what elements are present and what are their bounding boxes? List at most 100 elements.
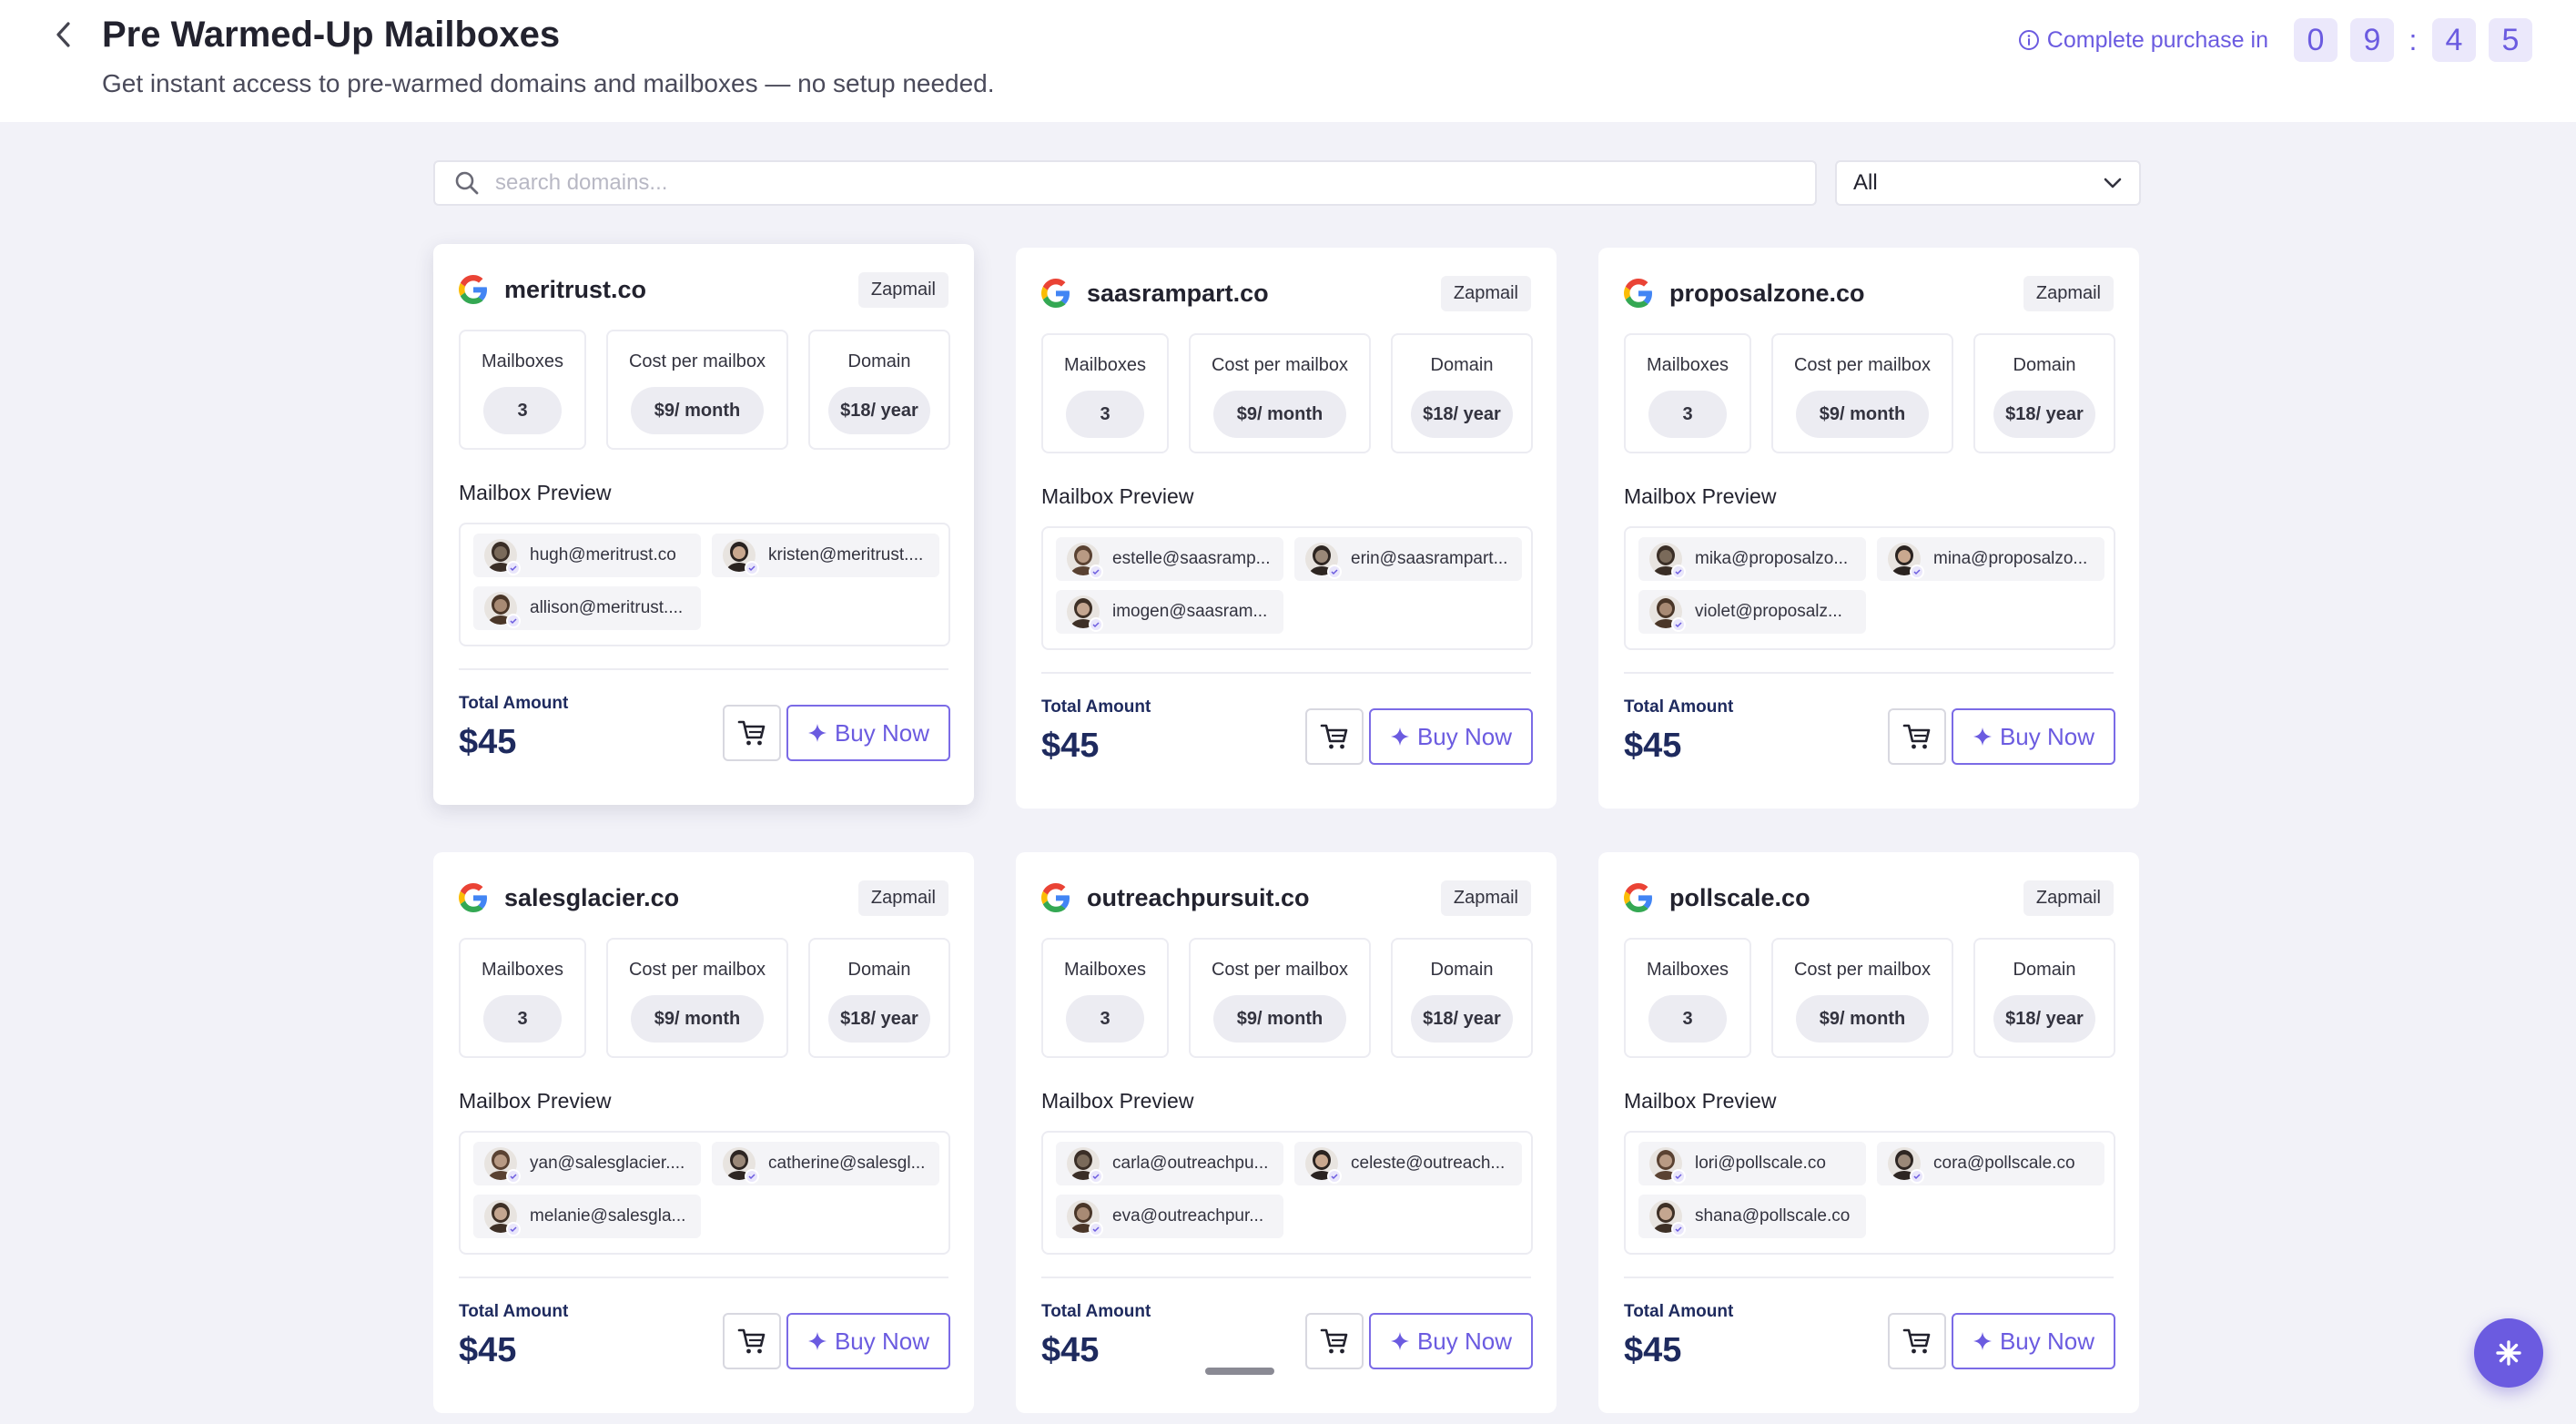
cart-icon <box>1902 1328 1931 1354</box>
buy-now-button[interactable]: Buy Now <box>1369 708 1533 765</box>
stat-label: Cost per mailbox <box>1211 355 1349 375</box>
mailboxes-stat: Mailboxes 3 <box>1624 938 1751 1058</box>
mailbox-chip: kristen@meritrust.... <box>712 534 939 577</box>
back-button[interactable] <box>47 18 80 51</box>
mailbox-chip: violet@proposalz... <box>1638 590 1866 634</box>
card-divider <box>459 1277 948 1278</box>
provider-badge: Zapmail <box>857 271 948 308</box>
verified-badge-icon <box>1910 1169 1924 1184</box>
verified-badge-icon <box>1089 1222 1103 1236</box>
timer-label-group: Complete purchase in <box>2018 27 2268 54</box>
sparkle-icon <box>1973 727 1992 746</box>
sparkle-icon <box>2496 1340 2521 1366</box>
domain-name: outreachpursuit.co <box>1087 883 1310 911</box>
cart-icon <box>1320 1328 1348 1354</box>
domain-name: pollscale.co <box>1669 883 1810 911</box>
avatar <box>723 1147 759 1184</box>
assistant-button[interactable] <box>2474 1318 2543 1388</box>
mailbox-email: cora@pollscale.co <box>1933 1154 2075 1173</box>
avatar <box>484 1200 521 1236</box>
mailbox-chip: mina@proposalzo... <box>1877 537 2104 581</box>
mailboxes-count: 3 <box>1648 995 1727 1043</box>
mailbox-chip: estelle@saasramp... <box>1056 537 1283 581</box>
add-to-cart-button[interactable] <box>1305 708 1364 765</box>
mailboxes-count: 3 <box>483 387 562 434</box>
timer-digit: 5 <box>2489 18 2532 62</box>
timer-digit: 4 <box>2432 18 2476 62</box>
mailbox-email: erin@saasrampart... <box>1351 549 1508 568</box>
domain-card[interactable]: meritrust.co Zapmail Mailboxes 3 Cost per ma… <box>433 244 974 805</box>
domain-card[interactable]: saasrampart.co Zapmail Mailboxes 3 Cost per … <box>1016 248 1557 809</box>
add-to-cart-button[interactable] <box>723 1313 781 1369</box>
card-header: saasrampart.co Zapmail <box>1041 273 1531 313</box>
add-to-cart-button[interactable] <box>1888 1313 1946 1369</box>
mailbox-email: shana@pollscale.co <box>1695 1206 1851 1226</box>
mailbox-chip: cora@pollscale.co <box>1877 1142 2104 1185</box>
filter-selected-value: All <box>1853 170 1878 195</box>
stat-label: Cost per mailbox <box>1793 960 1932 980</box>
mailbox-email: melanie@salesgla... <box>530 1206 686 1226</box>
mailbox-chip: catherine@salesgl... <box>712 1142 939 1185</box>
google-logo-icon <box>1041 883 1070 912</box>
mailbox-email: violet@proposalz... <box>1695 602 1842 621</box>
buy-now-button[interactable]: Buy Now <box>1369 1313 1533 1369</box>
add-to-cart-button[interactable] <box>723 705 781 761</box>
domain-stat: Domain $18/ year <box>1391 333 1533 453</box>
total-amount-label: Total Amount <box>1041 697 1151 717</box>
mailbox-chip: hugh@meritrust.co <box>473 534 701 577</box>
provider-badge: Zapmail <box>1440 880 1531 916</box>
provider-badge: Zapmail <box>857 880 948 916</box>
total-amount: $45 <box>1041 727 1100 765</box>
add-to-cart-button[interactable] <box>1305 1313 1364 1369</box>
mailboxes-stat: Mailboxes 3 <box>459 938 586 1058</box>
google-logo-icon <box>1624 279 1652 308</box>
add-to-cart-button[interactable] <box>1888 708 1946 765</box>
domain-card[interactable]: salesglacier.co Zapmail Mailboxes 3 Cost per… <box>433 852 974 1413</box>
chevron-left-icon <box>56 22 70 47</box>
info-icon <box>2018 30 2039 50</box>
mailboxes-stat: Mailboxes 3 <box>1624 333 1751 453</box>
buy-now-button[interactable]: Buy Now <box>1952 708 2115 765</box>
verified-badge-icon <box>1327 565 1342 579</box>
verified-badge-icon <box>1327 1169 1342 1184</box>
cost-stat: Cost per mailbox $9/ month <box>606 938 788 1058</box>
mailboxes-stat: Mailboxes 3 <box>1041 333 1169 453</box>
mailboxes-count: 3 <box>483 995 562 1043</box>
buy-now-button[interactable]: Buy Now <box>786 1313 950 1369</box>
filter-select[interactable]: All <box>1835 160 2141 206</box>
domain-card[interactable]: outreachpursuit.co Zapmail Mailboxes 3 Cost … <box>1016 852 1557 1413</box>
purchase-timer: Complete purchase in 0 9 : 4 5 <box>2018 18 2532 62</box>
card-divider <box>459 668 948 670</box>
mailbox-email: mika@proposalzo... <box>1695 549 1849 568</box>
search-box <box>433 160 1817 206</box>
avatar <box>1305 543 1342 579</box>
mailbox-email: estelle@saasramp... <box>1112 549 1271 568</box>
domain-price: $18/ year <box>1993 995 2095 1043</box>
stat-label: Mailboxes <box>481 960 564 980</box>
mailbox-preview-title: Mailbox Preview <box>1624 484 1777 508</box>
mailboxes-count: 3 <box>1066 391 1144 438</box>
buy-now-button[interactable]: Buy Now <box>786 705 950 761</box>
verified-badge-icon <box>506 561 521 575</box>
stat-label: Mailboxes <box>1063 355 1147 375</box>
mailbox-preview: yan@salesglacier.... catherine@salesgl...… <box>459 1131 950 1255</box>
mailbox-email: lori@pollscale.co <box>1695 1154 1826 1173</box>
mailbox-preview: hugh@meritrust.co kristen@meritrust.... al… <box>459 523 950 646</box>
card-divider <box>1041 672 1531 674</box>
domain-name: saasrampart.co <box>1087 279 1269 307</box>
card-header: pollscale.co Zapmail <box>1624 878 2114 918</box>
stat-label: Cost per mailbox <box>628 351 766 371</box>
buy-now-button[interactable]: Buy Now <box>1952 1313 2115 1369</box>
avatar <box>1305 1147 1342 1184</box>
domain-card[interactable]: proposalzone.co Zapmail Mailboxes 3 Cost per… <box>1598 248 2139 809</box>
search-input[interactable] <box>493 169 1790 197</box>
scroll-handle[interactable] <box>1205 1368 1274 1375</box>
avatar <box>1067 1200 1103 1236</box>
domain-stat: Domain $18/ year <box>808 330 950 450</box>
card-header: proposalzone.co Zapmail <box>1624 273 2114 313</box>
sparkle-icon <box>1973 1332 1992 1350</box>
avatar <box>1067 1147 1103 1184</box>
stat-label: Domain <box>2013 960 2076 980</box>
total-amount: $45 <box>1624 727 1682 765</box>
domain-card[interactable]: pollscale.co Zapmail Mailboxes 3 Cost per ma… <box>1598 852 2139 1413</box>
